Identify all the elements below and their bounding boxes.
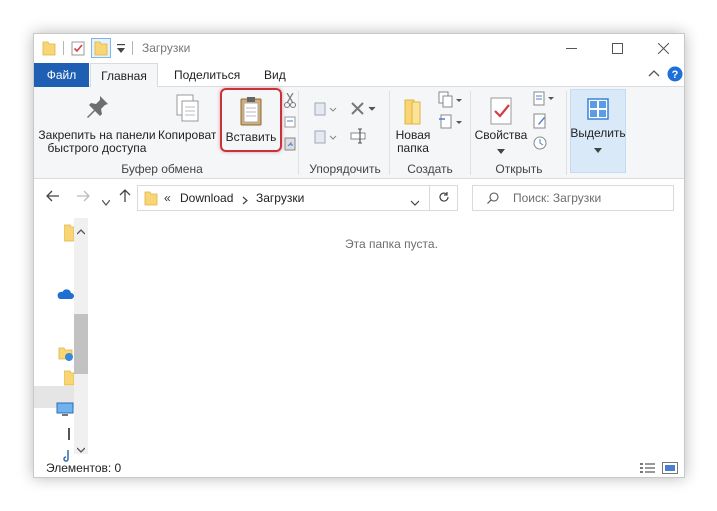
- details-view-icon[interactable]: [640, 462, 656, 477]
- address-dropdown-icon[interactable]: [410, 195, 420, 209]
- copy-button[interactable]: Копировать: [158, 93, 216, 142]
- pin-label-line2: быстрого доступа: [47, 141, 147, 155]
- folder-icon[interactable]: [63, 370, 75, 389]
- address-bar-row: « Download Загрузки Поиск: Загрузки: [34, 180, 684, 216]
- properties-button[interactable]: Свойства: [474, 95, 528, 157]
- empty-folder-message: Эта папка пуста.: [345, 237, 438, 251]
- new-folder-icon: [392, 97, 434, 129]
- paste-button[interactable]: Вставить: [222, 95, 280, 144]
- new-folder-label-line2: папка: [397, 141, 429, 155]
- properties-label: Свойства: [474, 128, 528, 142]
- collapse-ribbon-icon[interactable]: [648, 68, 660, 82]
- network-folder-icon[interactable]: [58, 346, 74, 365]
- edit-icon[interactable]: [532, 113, 548, 132]
- copy-path-icon[interactable]: [284, 115, 296, 132]
- window-title: Загрузки: [142, 41, 191, 55]
- tab-home[interactable]: Главная: [90, 63, 158, 88]
- history-icon[interactable]: [532, 135, 548, 154]
- search-icon: [487, 192, 499, 207]
- divider: [132, 41, 133, 55]
- search-placeholder: Поиск: Загрузки: [513, 191, 602, 205]
- folder-icon[interactable]: [63, 224, 75, 245]
- ribbon-tabs: Файл Главная Поделиться Вид ?: [34, 63, 684, 88]
- pin-icon: [38, 93, 156, 129]
- divider: [470, 91, 471, 175]
- copy-to-icon[interactable]: [314, 129, 338, 148]
- search-input[interactable]: Поиск: Загрузки: [472, 185, 674, 211]
- large-icons-view-icon[interactable]: [662, 462, 678, 477]
- scroll-thumb[interactable]: [74, 314, 88, 374]
- onedrive-icon[interactable]: [56, 288, 74, 303]
- select-label: Выделить: [570, 126, 626, 140]
- paste-label: Вставить: [225, 130, 277, 144]
- scroll-down-icon[interactable]: [76, 442, 86, 456]
- status-bar: Элементов: 0: [34, 458, 684, 478]
- tab-view[interactable]: Вид: [252, 63, 298, 87]
- recent-locations-icon[interactable]: [101, 193, 111, 211]
- address-input[interactable]: « Download Загрузки: [137, 185, 430, 211]
- title-bar: Загрузки: [34, 34, 684, 62]
- copy-icon: [158, 93, 216, 129]
- folder-icon: [42, 40, 56, 59]
- help-icon[interactable]: ?: [667, 66, 683, 85]
- copy-label: Копировать: [158, 128, 216, 142]
- pin-to-quick-access-button[interactable]: Закрепить на панели быстрого доступа: [38, 93, 156, 155]
- clipboard-group-label: Буфер обмена: [121, 162, 203, 176]
- properties-icon: [474, 95, 528, 129]
- divider: [389, 91, 390, 175]
- back-button[interactable]: [46, 189, 60, 208]
- select-dropdown-icon: [570, 143, 626, 156]
- folder-icon: [144, 190, 158, 209]
- open-group-label: Открыть: [495, 162, 543, 176]
- this-pc-icon[interactable]: [56, 402, 74, 421]
- divider: [298, 91, 299, 175]
- cut-icon[interactable]: [284, 92, 296, 112]
- tab-file[interactable]: Файл: [34, 63, 89, 87]
- forward-button[interactable]: [76, 189, 90, 208]
- customize-quick-access-icon[interactable]: [117, 43, 125, 57]
- scroll-up-icon[interactable]: [76, 224, 86, 238]
- ribbon: Закрепить на панели быстрого доступа Коп…: [34, 87, 684, 179]
- navigation-pane: [34, 218, 90, 462]
- svg-text:?: ?: [672, 69, 679, 81]
- move-to-icon[interactable]: [314, 101, 338, 120]
- properties-dropdown-icon: [474, 144, 528, 157]
- divider: [566, 91, 567, 175]
- close-button[interactable]: [640, 34, 686, 62]
- new-item-icon[interactable]: [438, 91, 464, 112]
- refresh-icon: [438, 191, 450, 206]
- divider: [63, 41, 64, 55]
- easy-access-icon[interactable]: [438, 113, 464, 134]
- breadcrumb-download[interactable]: Download: [180, 191, 233, 205]
- organize-group-label: Упорядочить: [309, 162, 381, 176]
- up-button[interactable]: [118, 189, 132, 208]
- open-icon[interactable]: [532, 91, 556, 110]
- breadcrumb-chevron-icon[interactable]: [242, 194, 248, 208]
- minimize-button[interactable]: [548, 34, 594, 62]
- item-count: Элементов: 0: [46, 461, 122, 475]
- maximize-button[interactable]: [594, 34, 640, 62]
- paste-shortcut-icon[interactable]: [284, 137, 296, 154]
- breadcrumb-overflow[interactable]: «: [164, 191, 171, 205]
- tab-share[interactable]: Поделиться: [162, 63, 252, 87]
- create-group-label: Создать: [407, 162, 453, 176]
- rename-icon[interactable]: [350, 127, 366, 148]
- paste-icon: [222, 95, 280, 131]
- select-icon: [570, 97, 626, 127]
- downloads-icon[interactable]: [66, 428, 72, 445]
- explorer-window: Загрузки Файл Главная Поделиться Вид ? З…: [33, 33, 685, 478]
- new-folder-button[interactable]: Новая папка: [392, 97, 434, 155]
- refresh-button[interactable]: [430, 185, 458, 211]
- select-button[interactable]: Выделить: [570, 97, 626, 156]
- new-folder-quick-icon[interactable]: [91, 38, 111, 58]
- properties-check-icon[interactable]: [71, 40, 85, 59]
- breadcrumb-downloads[interactable]: Загрузки: [256, 191, 304, 205]
- delete-icon[interactable]: [350, 101, 378, 120]
